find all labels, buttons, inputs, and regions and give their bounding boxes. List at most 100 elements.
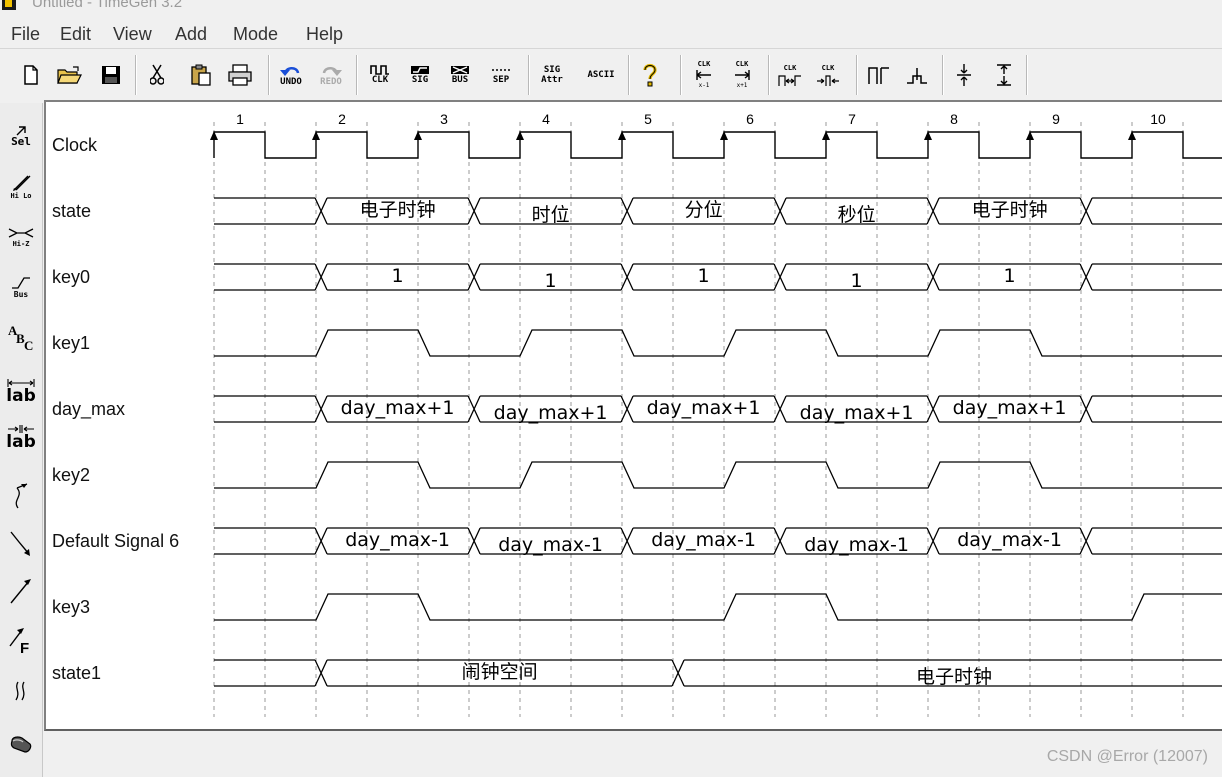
clock-shift-left-button[interactable]: CLK x-1: [690, 55, 718, 95]
bus-transition: [467, 527, 481, 555]
bus-transition: [926, 263, 940, 291]
bus-value-label: 1: [392, 265, 404, 287]
falling-edge-icon[interactable]: [902, 55, 932, 95]
undo-button[interactable]: UNDO: [274, 55, 308, 95]
hilo-label: Hi Lo: [10, 191, 32, 200]
bus-value-label: 电子时钟: [360, 199, 436, 221]
curved-arrow-icon: [15, 483, 28, 509]
clock-number: 9: [1052, 111, 1060, 127]
hiz-tool[interactable]: Hi-Z: [4, 215, 38, 259]
menu-mode[interactable]: Mode: [233, 23, 278, 45]
signal-name-key3[interactable]: key3: [52, 597, 90, 617]
bus-transition: [926, 197, 940, 225]
signal-name-state[interactable]: state: [52, 201, 91, 221]
waveform-area[interactable]: 1 2 3 4 5 6 7 8 9 10电子时钟 时位 分位 秒位 电子时钟1 1 1 1 1day_max+1 d…: [46, 102, 1222, 729]
text-tool[interactable]: A B C: [4, 315, 38, 359]
clock-number: 4: [542, 111, 550, 127]
bus-segment: [1092, 197, 1222, 225]
bus-transition: [773, 395, 787, 423]
sel-label: Sel: [11, 134, 31, 148]
save-disk-icon[interactable]: [99, 55, 123, 95]
menu-add[interactable]: Add: [175, 23, 207, 45]
clipboard-icon[interactable]: [188, 55, 214, 95]
bus-transition: [620, 527, 634, 555]
bus-value-label: 1: [851, 270, 863, 292]
bus-transition: [314, 659, 328, 687]
label-tool-2[interactable]: lab: [4, 415, 38, 459]
clock-expand-button[interactable]: CLK: [776, 55, 804, 95]
bus-value-label: 1: [698, 265, 710, 287]
lab1-label: lab: [6, 385, 36, 406]
bus-transition: [314, 395, 328, 423]
bus-transition: [620, 263, 634, 291]
ascii-label: ASCII: [587, 70, 615, 80]
add-bus-button[interactable]: BUS: [444, 55, 476, 95]
menu-file[interactable]: File: [11, 23, 40, 45]
signal-name-clock[interactable]: Clock: [52, 135, 97, 155]
eraser-tool[interactable]: [4, 723, 38, 767]
bus-value-label: day_max+1: [953, 397, 1067, 419]
open-folder-icon[interactable]: [56, 55, 84, 95]
menu-help[interactable]: Help: [306, 23, 343, 45]
clock-number: 1: [236, 111, 244, 127]
question-mark-icon[interactable]: [636, 55, 664, 95]
curve-arrow-tool[interactable]: [4, 473, 38, 517]
signal-name-default-signal-6[interactable]: Default Signal 6: [52, 531, 179, 551]
timing-diagram-canvas[interactable]: 1 2 3 4 5 6 7 8 9 10 电子时钟 时位 分位 秒位 电子时钟 1 1 1 1 1 day_max+1 d…: [44, 100, 1222, 731]
clock-number: 8: [950, 111, 958, 127]
bit-waveform: [214, 329, 1222, 357]
bus-value-label: day_max-1: [804, 534, 909, 556]
bus-segment: [1092, 263, 1222, 291]
add-separator-button[interactable]: SEP: [484, 55, 518, 95]
bus-value-label: day_max-1: [498, 534, 603, 556]
signal-name-key1[interactable]: key1: [52, 333, 90, 353]
bus-transition: [773, 197, 787, 225]
bus-value-label: 1: [545, 270, 557, 292]
scissors-icon[interactable]: [146, 55, 168, 95]
signal-name-key0[interactable]: key0: [52, 267, 90, 287]
menu-bar: File Edit View Add Mode Help: [0, 20, 1222, 48]
add-signal-button[interactable]: SIG: [404, 55, 436, 95]
bus-label: BUS: [451, 75, 469, 85]
menu-edit[interactable]: Edit: [60, 23, 91, 45]
sig-label: SIG: [411, 75, 429, 85]
clock-shift-right-button[interactable]: CLK x+1: [728, 55, 756, 95]
clock-shrink-button[interactable]: CLK: [814, 55, 842, 95]
bus-value-label: 电子时钟: [972, 199, 1048, 221]
break-tool[interactable]: [4, 669, 38, 713]
clk-right-label: CLK: [735, 60, 749, 68]
printer-icon[interactable]: [226, 55, 254, 95]
pencil-icon: [13, 175, 31, 191]
sep-label: SEP: [492, 75, 510, 85]
bend-arrow-tool[interactable]: [4, 521, 38, 565]
clk-left-label: CLK: [697, 60, 711, 68]
bus-transition: [1079, 527, 1093, 555]
redo-button[interactable]: REDO: [314, 55, 348, 95]
bus-transition: [620, 395, 634, 423]
rising-edge-icon[interactable]: [864, 55, 894, 95]
add-clock-button[interactable]: CLK: [364, 55, 396, 95]
signal-attr-button[interactable]: SIG Attr: [536, 55, 568, 95]
line-tool[interactable]: [4, 569, 38, 613]
signal-name-day-max[interactable]: day_max: [52, 399, 125, 419]
bus-tool[interactable]: Bus: [4, 265, 38, 309]
clock-number: 5: [644, 111, 652, 127]
bus-transition: [1079, 197, 1093, 225]
new-file-icon[interactable]: [20, 55, 42, 95]
signal-name-key2[interactable]: key2: [52, 465, 90, 485]
menu-view[interactable]: View: [113, 23, 152, 45]
clk-left-sub: x-1: [698, 82, 710, 89]
delete-space-icon[interactable]: [990, 55, 1018, 95]
hi-z-icon: [8, 227, 34, 238]
hilo-tool[interactable]: Hi Lo: [4, 165, 38, 209]
insert-space-icon[interactable]: [950, 55, 978, 95]
hiz-label: Hi-Z: [12, 239, 30, 248]
clock-number: 7: [848, 111, 856, 127]
bus-value-label: day_max+1: [647, 397, 761, 419]
label-tool-1[interactable]: lab: [4, 369, 38, 413]
f-arrow-tool[interactable]: F: [4, 617, 38, 661]
ascii-button[interactable]: ASCII: [582, 55, 620, 95]
signal-name-state1[interactable]: state1: [52, 663, 101, 683]
select-tool[interactable]: Sel: [4, 113, 38, 157]
break-marks-icon: [15, 681, 25, 701]
